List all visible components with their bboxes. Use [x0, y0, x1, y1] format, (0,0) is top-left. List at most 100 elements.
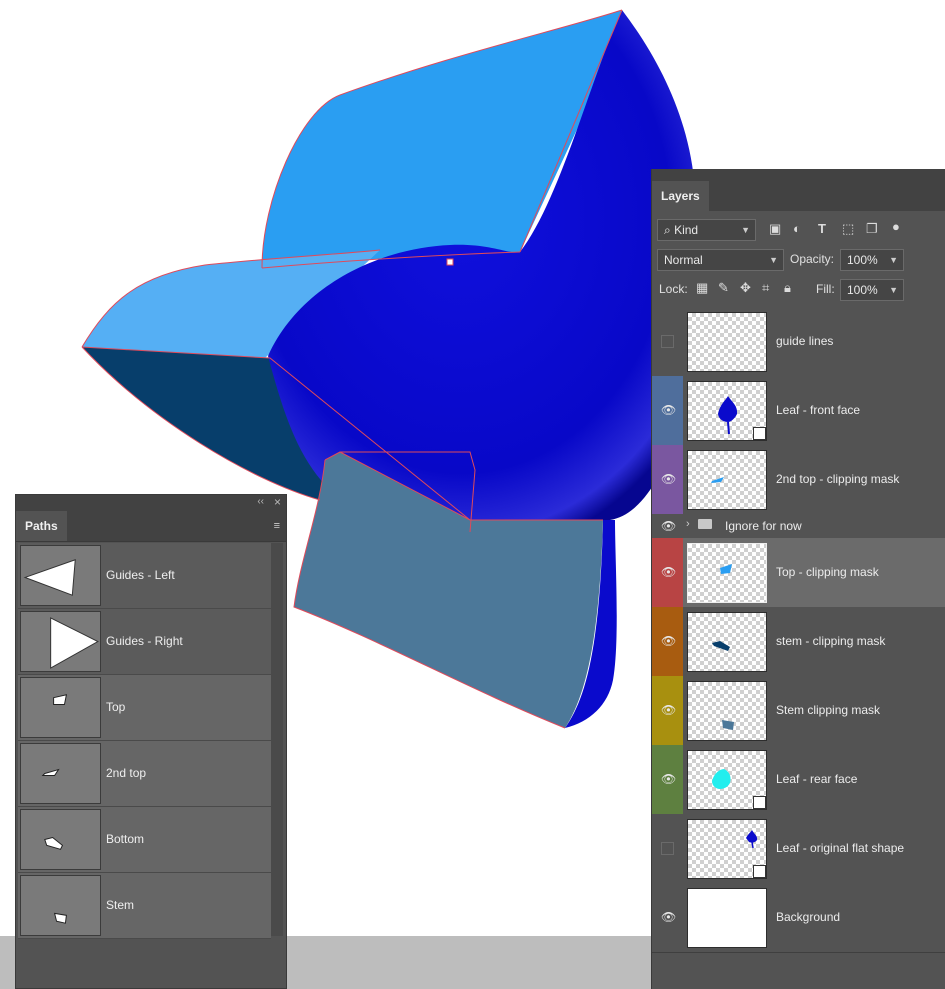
shape-filter-icon[interactable]: ⬚ [842, 221, 854, 237]
visibility-toggle-off[interactable] [661, 335, 674, 348]
layer-thumbnail [687, 819, 767, 879]
path-label: Bottom [106, 832, 145, 846]
opacity-field[interactable]: 100% ▼ [840, 249, 904, 271]
layer-name: Leaf - original flat shape [776, 841, 905, 855]
path-label: Stem [106, 898, 135, 912]
layer-name: Ignore for now [725, 519, 802, 533]
layer-name: Leaf - front face [776, 403, 861, 417]
layer-thumbnail [687, 312, 767, 372]
chevron-down-icon: ▼ [769, 255, 778, 265]
paths-tabbar: Paths ≡ [16, 511, 286, 542]
path-item-guides-right[interactable]: Guides - Right [18, 609, 271, 675]
path-thumbnail [20, 809, 101, 870]
path-label: 2nd top [106, 766, 147, 780]
layers-tabbar: Layers [652, 169, 945, 211]
type-filter-icon[interactable]: T [818, 221, 826, 236]
path-item-2nd-top[interactable]: 2nd top [18, 741, 271, 807]
path-item-top[interactable]: Top [18, 675, 271, 741]
path-label: Top [106, 700, 126, 714]
filter-kind-select[interactable]: ⌕ Kind ▼ [657, 219, 756, 241]
layer-name: 2nd top - clipping mask [776, 472, 900, 486]
layer-row-top-clipping-mask[interactable]: 👁︎ Top - clipping mask [652, 538, 945, 608]
lock-label: Lock: [659, 282, 688, 296]
layer-row-stem-clipping-mask-2[interactable]: 👁︎ Stem clipping mask [652, 676, 945, 746]
opacity-value: 100% [847, 253, 878, 267]
lock-all-icon[interactable]: 🔒︎ [784, 280, 791, 296]
chevron-down-icon: ▼ [889, 255, 898, 265]
eye-icon[interactable]: 👁︎ [661, 519, 676, 533]
path-thumbnail [20, 545, 101, 606]
path-item-bottom[interactable]: Bottom [18, 807, 271, 873]
chevron-down-icon: ▼ [889, 285, 898, 295]
paths-list: Guides - Left Guides - Right Top 2nd top… [18, 543, 271, 939]
layer-row-background[interactable]: 👁︎ Background [652, 883, 945, 953]
smart-object-badge-icon [753, 796, 766, 809]
folder-icon [698, 519, 712, 529]
path-thumbnail [20, 611, 101, 672]
shape-layer-badge-icon [753, 865, 766, 878]
layer-name: Background [776, 910, 841, 924]
eye-icon[interactable]: 👁︎ [661, 403, 676, 417]
path-label: Guides - Right [106, 634, 183, 648]
layer-name: Top - clipping mask [776, 565, 879, 579]
smart-object-filter-icon[interactable]: ❐ [866, 221, 878, 237]
eye-icon[interactable]: 👁︎ [661, 703, 676, 717]
image-filter-icon[interactable]: ▣ [769, 221, 781, 237]
layer-thumbnail [687, 681, 767, 741]
fill-value: 100% [847, 283, 878, 297]
path-item-guides-left[interactable]: Guides - Left [18, 543, 271, 609]
path-thumbnail [20, 875, 101, 936]
path-thumbnail [20, 743, 101, 804]
fill-field[interactable]: 100% ▼ [840, 279, 904, 301]
layer-thumbnail [687, 612, 767, 672]
layer-row-leaf-front-face[interactable]: 👁︎ Leaf - front face [652, 376, 945, 446]
filter-toggle-icon[interactable]: ● [892, 219, 900, 234]
close-icon[interactable]: × [274, 495, 281, 509]
path-label: Guides - Left [106, 568, 175, 582]
panel-menu-icon[interactable]: ≡ [274, 520, 280, 532]
layer-row-2nd-top-clipping-mask[interactable]: 👁︎ 2nd top - clipping mask [652, 445, 945, 515]
layers-panel: Layers ⌕ Kind ▼ ▣ ◐ T ⬚ ❐ ● Normal ▼ Opa… [651, 169, 945, 989]
tab-layers[interactable]: Layers [652, 181, 709, 211]
filter-kind-label: Kind [674, 223, 699, 237]
lock-transparent-pixels-icon[interactable]: ▦ [696, 280, 708, 296]
fill-label: Fill: [816, 282, 835, 296]
blend-mode-value: Normal [664, 253, 703, 267]
adjustment-filter-icon[interactable]: ◐ [793, 221, 801, 236]
lock-position-icon[interactable]: ✥ [740, 280, 751, 296]
tab-paths[interactable]: Paths [16, 511, 67, 541]
eye-icon[interactable]: 👁︎ [661, 565, 676, 579]
collapse-icon[interactable]: ‹‹ [257, 496, 264, 507]
path-thumbnail [20, 677, 101, 738]
layer-row-leaf-original-flat-shape[interactable]: Leaf - original flat shape [652, 814, 945, 884]
opacity-label: Opacity: [790, 252, 835, 266]
layer-thumbnail [687, 750, 767, 810]
eye-icon[interactable]: 👁︎ [661, 910, 676, 924]
paths-scrollbar[interactable] [271, 543, 283, 936]
layer-name: guide lines [776, 334, 834, 348]
search-icon: ⌕ [664, 223, 675, 237]
lock-image-pixels-icon[interactable]: ✎ [718, 280, 729, 296]
layer-row-stem-clipping-mask[interactable]: 👁︎ stem - clipping mask [652, 607, 945, 677]
layer-thumbnail [687, 543, 767, 603]
layer-row-leaf-rear-face[interactable]: 👁︎ Leaf - rear face [652, 745, 945, 815]
paths-panel: ‹‹ × Paths ≡ Guides - Left Guides - Righ… [15, 494, 287, 989]
visibility-toggle-off[interactable] [661, 842, 674, 855]
chevron-right-icon[interactable]: › [686, 518, 690, 530]
eye-icon[interactable]: 👁︎ [661, 472, 676, 486]
path-item-stem[interactable]: Stem [18, 873, 271, 939]
layer-thumbnail [687, 888, 767, 948]
layer-name: Leaf - rear face [776, 772, 858, 786]
anchor-point [446, 258, 454, 266]
layer-group-ignore-for-now[interactable]: 👁︎ › Ignore for now [652, 514, 945, 539]
chevron-down-icon: ▼ [741, 225, 750, 235]
smart-object-badge-icon [753, 427, 766, 440]
eye-icon[interactable]: 👁︎ [661, 772, 676, 786]
blend-mode-select[interactable]: Normal ▼ [657, 249, 784, 271]
lock-artboard-icon[interactable]: ⌗ [762, 280, 769, 296]
layer-name: Stem clipping mask [776, 703, 881, 717]
layer-row-guide-lines[interactable]: guide lines [652, 307, 945, 377]
paths-panel-topbar[interactable]: ‹‹ × [16, 495, 286, 511]
eye-icon[interactable]: 👁︎ [661, 634, 676, 648]
layer-name: stem - clipping mask [776, 634, 886, 648]
